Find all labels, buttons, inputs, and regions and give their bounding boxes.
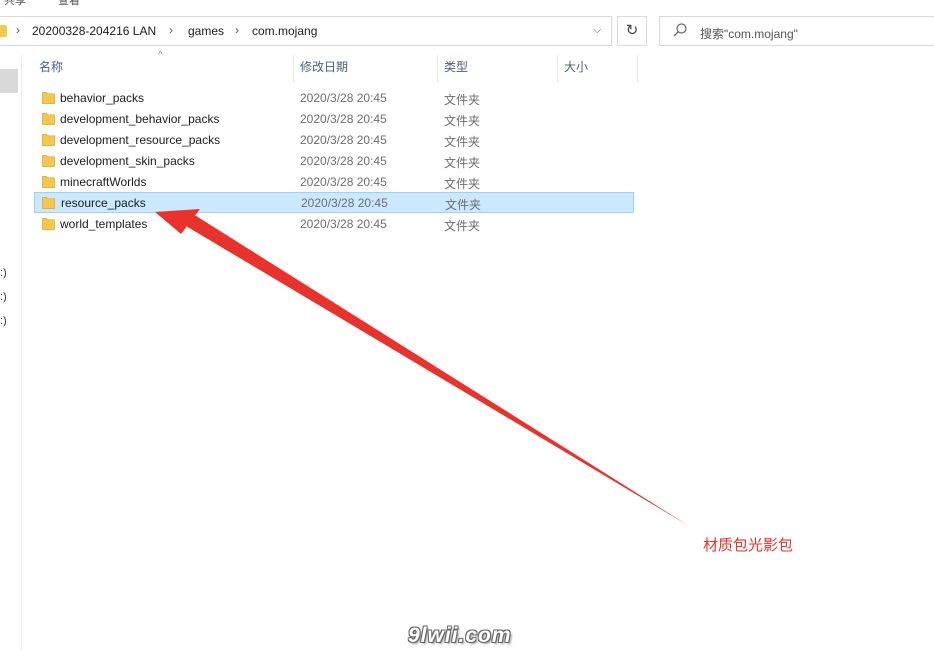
annotation-arrow <box>155 209 689 526</box>
watermark-logo: 9lwii.com <box>408 624 512 647</box>
annotation-label: 材质包光影包 <box>703 537 794 554</box>
